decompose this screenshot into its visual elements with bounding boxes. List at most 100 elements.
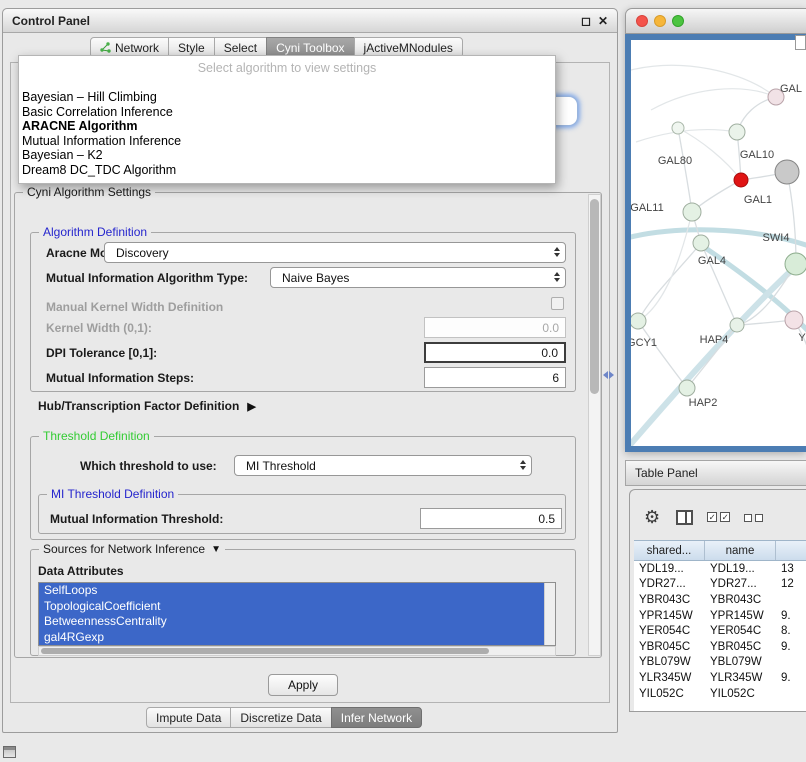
combo-spinner-icon bbox=[554, 272, 560, 282]
network-edge[interactable] bbox=[787, 172, 796, 264]
network-node[interactable] bbox=[679, 380, 695, 396]
gear-icon[interactable]: ⚙ bbox=[644, 508, 660, 526]
list-item[interactable]: gal4RGexp bbox=[39, 630, 544, 646]
network-node-label: GAL4 bbox=[698, 255, 726, 267]
network-canvas[interactable]: GALGAL80GAL10GAL11GAL1SWI4GAL4GCY1HAP4YH… bbox=[631, 40, 806, 446]
network-canvas-svg[interactable]: GALGAL80GAL10GAL11GAL1SWI4GAL4GCY1HAP4YH… bbox=[631, 40, 806, 446]
kernel-width-input[interactable]: 0.0 bbox=[424, 317, 566, 338]
network-edge[interactable] bbox=[651, 89, 776, 110]
columns-icon[interactable] bbox=[676, 510, 693, 525]
scrollbar-thumb[interactable] bbox=[590, 199, 599, 394]
table-cell: YER054C bbox=[634, 625, 705, 637]
table-row[interactable]: YER054CYER054C8. bbox=[634, 623, 806, 639]
algorithm-option-selected[interactable]: ARACNE Algorithm bbox=[19, 119, 555, 134]
mi-steps-input[interactable]: 6 bbox=[424, 367, 566, 388]
list-item[interactable]: BetweennessCentrality bbox=[39, 614, 544, 630]
list-scrollbar[interactable] bbox=[544, 583, 555, 645]
apply-button[interactable]: Apply bbox=[268, 674, 338, 696]
table-row[interactable]: YIL052CYIL052C bbox=[634, 686, 806, 702]
table-row[interactable]: YBR043CYBR043C bbox=[634, 592, 806, 608]
group-title: Threshold Definition bbox=[39, 429, 154, 443]
table-row[interactable]: YLR345WYLR345W9. bbox=[634, 670, 806, 686]
list-item[interactable]: SelfLoops bbox=[39, 583, 544, 599]
column-header[interactable] bbox=[776, 541, 806, 560]
tab-discretize-data[interactable]: Discretize Data bbox=[230, 707, 331, 728]
mi-threshold-label: Mutual Information Threshold: bbox=[50, 512, 223, 526]
table-header[interactable]: shared... name bbox=[634, 540, 806, 561]
algorithm-option[interactable]: Mutual Information Inference bbox=[19, 134, 555, 149]
network-node[interactable] bbox=[730, 318, 744, 332]
network-window-titlebar[interactable] bbox=[625, 8, 806, 34]
table-cell: 9. bbox=[776, 672, 806, 684]
expanded-arrow-icon[interactable]: ▼ bbox=[211, 544, 221, 555]
tab-infer-network[interactable]: Infer Network bbox=[331, 707, 422, 728]
tab-label: Impute Data bbox=[156, 711, 221, 725]
algorithm-combobox[interactable] bbox=[554, 96, 578, 126]
network-node[interactable] bbox=[683, 203, 701, 221]
sources-expander[interactable]: Sources for Network Inference ▼ bbox=[39, 542, 225, 556]
table-row[interactable]: YBR045CYBR045C9. bbox=[634, 639, 806, 655]
minimize-traffic-light-icon[interactable] bbox=[654, 15, 666, 27]
control-panel-titlebar[interactable]: Control Panel ◻ ✕ bbox=[3, 9, 617, 33]
list-item[interactable]: TopologicalCoefficient bbox=[39, 599, 544, 615]
overview-widget[interactable] bbox=[795, 35, 806, 50]
which-threshold-label: Which threshold to use: bbox=[80, 459, 217, 473]
table-panel-titlebar[interactable]: Table Panel bbox=[625, 460, 806, 486]
algorithm-option[interactable]: Bayesian – K2 bbox=[19, 148, 555, 163]
table-cell: YDL19... bbox=[705, 563, 776, 575]
algorithm-option[interactable]: Bayesian – Hill Climbing bbox=[19, 90, 555, 105]
hub-factor-expander[interactable]: Hub/Transcription Factor Definition ▶ bbox=[38, 399, 256, 413]
zoom-traffic-light-icon[interactable] bbox=[672, 15, 684, 27]
network-node[interactable] bbox=[775, 160, 799, 184]
mi-algorithm-type-select[interactable]: Naive Bayes bbox=[270, 267, 566, 288]
network-node[interactable] bbox=[734, 173, 748, 187]
column-header[interactable]: shared... bbox=[634, 541, 705, 560]
close-window-icon[interactable]: ✕ bbox=[598, 15, 608, 27]
kernel-width-label: Kernel Width (0,1): bbox=[46, 321, 152, 335]
data-attributes-list[interactable]: SelfLoops TopologicalCoefficient Between… bbox=[38, 582, 556, 646]
collapsed-arrow-icon[interactable]: ▶ bbox=[247, 400, 255, 413]
docked-panel-icon[interactable] bbox=[3, 746, 16, 758]
network-node[interactable] bbox=[672, 122, 684, 134]
table-cell: YLR345W bbox=[705, 672, 776, 684]
table-row[interactable]: YDR27...YDR27...12 bbox=[634, 577, 806, 593]
column-header[interactable]: name bbox=[705, 541, 776, 560]
checkbox-icon: ✓ bbox=[707, 512, 717, 522]
dpi-tolerance-label: DPI Tolerance [0,1]: bbox=[46, 346, 157, 360]
scrollbar-thumb[interactable] bbox=[41, 648, 489, 654]
settings-scrollbar[interactable] bbox=[588, 194, 601, 656]
show-all-columns-icon[interactable]: ✓ ✓ bbox=[707, 512, 730, 522]
mi-threshold-input[interactable]: 0.5 bbox=[420, 508, 562, 529]
manual-kernel-width-checkbox[interactable] bbox=[551, 297, 564, 310]
table-row[interactable]: YPR145WYPR145W9. bbox=[634, 608, 806, 624]
table-panel-title: Table Panel bbox=[635, 466, 698, 480]
combo-spinner-icon bbox=[520, 460, 526, 470]
network-edge[interactable] bbox=[631, 65, 776, 97]
network-node[interactable] bbox=[631, 313, 646, 329]
which-threshold-select[interactable]: MI Threshold bbox=[234, 455, 532, 476]
aracne-mode-select[interactable]: Discovery bbox=[104, 242, 566, 263]
hide-all-columns-icon[interactable] bbox=[744, 513, 763, 522]
table-cell: YLR345W bbox=[634, 672, 705, 684]
float-window-icon[interactable]: ◻ bbox=[581, 15, 591, 27]
network-node[interactable] bbox=[729, 124, 745, 140]
network-edge[interactable] bbox=[678, 128, 692, 212]
network-view-window: GALGAL80GAL10GAL11GAL1SWI4GAL4GCY1HAP4YH… bbox=[625, 8, 806, 452]
table-cell: YDR27... bbox=[634, 578, 705, 590]
table-row[interactable]: YBL079WYBL079W bbox=[634, 655, 806, 671]
algorithm-option[interactable]: Basic Correlation Inference bbox=[19, 105, 555, 120]
dpi-tolerance-input[interactable]: 0.0 bbox=[424, 342, 566, 363]
network-node[interactable] bbox=[693, 235, 709, 251]
table-row[interactable]: YDL19...YDL19...13 bbox=[634, 561, 806, 577]
network-node[interactable] bbox=[785, 253, 806, 275]
network-edge[interactable] bbox=[638, 321, 687, 388]
network-node[interactable] bbox=[785, 311, 803, 329]
tab-impute-data[interactable]: Impute Data bbox=[146, 707, 231, 728]
list-horizontal-scrollbar[interactable] bbox=[38, 646, 556, 656]
algorithm-option[interactable]: Dream8 DC_TDC Algorithm bbox=[19, 163, 555, 178]
close-traffic-light-icon[interactable] bbox=[636, 15, 648, 27]
table-cell: 9. bbox=[776, 641, 806, 653]
table-cell: YBR045C bbox=[705, 641, 776, 653]
network-edge[interactable] bbox=[636, 130, 737, 142]
panel-splitter-handle[interactable] bbox=[603, 371, 614, 379]
